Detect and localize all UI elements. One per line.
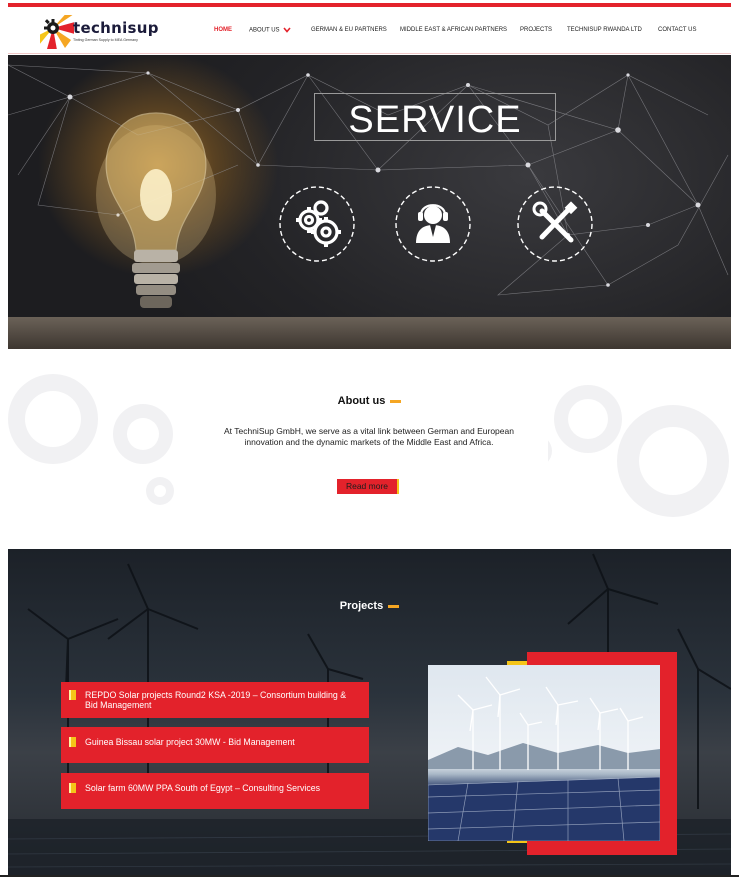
chevron-down-icon: [282, 27, 291, 33]
about-heading-text: About us: [337, 395, 386, 407]
project-item-label: REPDO Solar projects Round2 KSA -2019 – …: [85, 690, 347, 710]
gears-icon: [278, 185, 356, 263]
projects-heading-text: Projects: [339, 600, 384, 612]
gear-background-icon-right: [548, 385, 729, 517]
project-photo-frame: [428, 652, 678, 855]
bullet-icon: [69, 737, 76, 747]
bullet-icon: [69, 783, 76, 793]
gear-background-icon: [8, 374, 174, 505]
tools-icon: [516, 185, 594, 263]
heading-accent-dash: [390, 399, 402, 403]
support-agent-icon: [394, 185, 472, 263]
projects-heading: Projects: [8, 600, 731, 612]
project-item[interactable]: Guinea Bissau solar project 30MW - Bid M…: [61, 727, 369, 763]
about-section: About us At TechniSup GmbH, we serve as …: [8, 349, 731, 549]
nav-technisup-rwanda[interactable]: TECHNISUP RWANDA LTD: [567, 27, 642, 33]
table-surface: [8, 317, 731, 349]
nav-german-eu-partners[interactable]: GERMAN & EU PARTNERS: [311, 27, 387, 33]
nav-about-us[interactable]: ABOUT US: [249, 27, 291, 34]
bullet-icon: [69, 690, 76, 700]
site-header: technisup Tinting German Supply to MEA G…: [8, 7, 731, 54]
light-bulb-graphic: [96, 112, 216, 308]
read-more-button[interactable]: Read more: [337, 479, 399, 494]
nav-contact-us[interactable]: CONTACT US: [658, 27, 696, 33]
solar-wind-farm-photo: [428, 665, 660, 841]
nav-projects[interactable]: PROJECTS: [520, 27, 552, 33]
heading-accent-dash: [388, 604, 400, 608]
projects-section: Projects REPDO Solar projects Round2 KSA…: [8, 549, 731, 877]
project-item-label: Solar farm 60MW PPA South of Egypt – Con…: [85, 783, 321, 793]
hero-banner: SERVICE: [8, 55, 731, 349]
project-item-label: Guinea Bissau solar project 30MW - Bid M…: [85, 737, 295, 747]
about-heading: About us: [8, 395, 731, 407]
about-description: At TechniSup GmbH, we serve as a vital l…: [224, 426, 514, 447]
main-nav: HOME ABOUT US GERMAN & EU PARTNERS MIDDL…: [8, 27, 731, 39]
hero-title: SERVICE: [348, 99, 522, 141]
nav-home[interactable]: HOME: [214, 27, 232, 33]
project-item[interactable]: Solar farm 60MW PPA South of Egypt – Con…: [61, 773, 369, 809]
nav-about-us-label: ABOUT US: [249, 27, 280, 34]
project-item[interactable]: REPDO Solar projects Round2 KSA -2019 – …: [61, 682, 369, 718]
nav-middle-east-african-partners[interactable]: MIDDLE EAST & AFRICAN PARTNERS: [400, 27, 507, 33]
